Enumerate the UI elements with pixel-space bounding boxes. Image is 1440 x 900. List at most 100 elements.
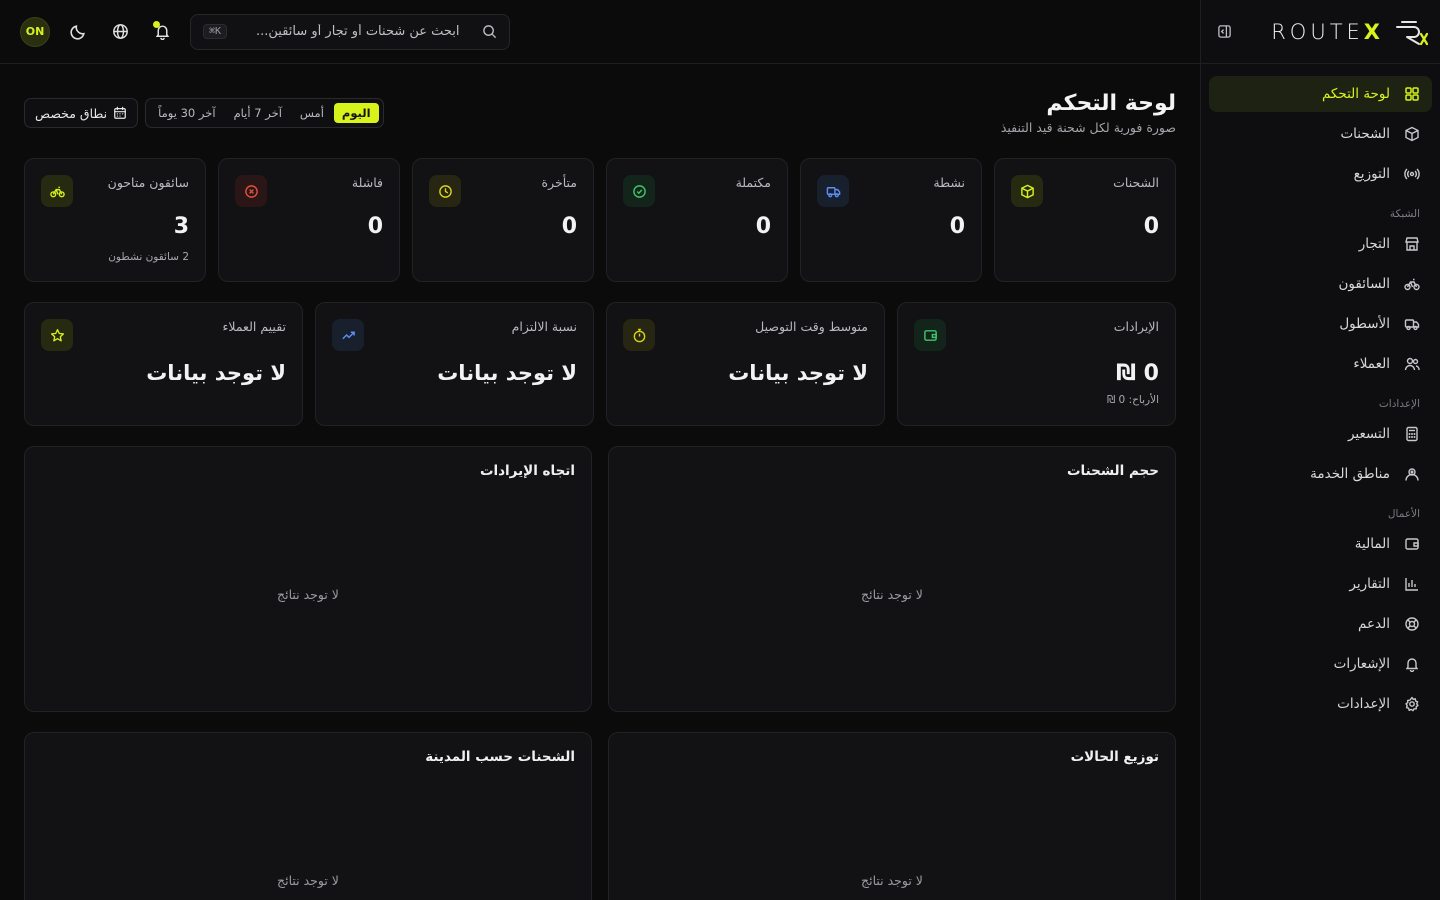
range-tab-yesterday[interactable]: أمس — [292, 103, 332, 123]
search-icon — [483, 25, 497, 39]
chart-empty-state: لا توجد نتائج — [277, 587, 339, 602]
main-content: نطاق مخصص اليوم أمس آخر 7 أيام آخر 30 يو… — [24, 64, 1176, 900]
sidebar-group-network: الشبكة — [1389, 208, 1420, 220]
range-tabs: اليوم أمس آخر 7 أيام آخر 30 يوماً — [145, 98, 384, 128]
title-block: لوحة التحكم صورة فورية لكل شحنة قيد التن… — [1001, 90, 1176, 135]
notification-dot — [153, 20, 160, 28]
range-tab-today[interactable]: اليوم — [333, 103, 379, 123]
stat-card-failed[interactable]: فاشلة 0 — [218, 158, 400, 282]
chart-title: توزيع الحالات — [1070, 749, 1159, 765]
notifications-button[interactable] — [148, 18, 176, 46]
truck-icon — [826, 186, 840, 197]
stat-value: 0 — [1143, 214, 1159, 239]
gear-icon — [1405, 696, 1419, 712]
stat-icon-wrap — [623, 175, 655, 207]
stat-card-delayed[interactable]: متأخرة 0 — [412, 158, 594, 282]
sidebar-collapse-button[interactable] — [1215, 23, 1233, 41]
chart-title: اتجاه الإيرادات — [479, 463, 575, 479]
sidebar-item-label: لوحة التحكم — [1321, 86, 1390, 102]
stat-card-active[interactable]: نشطة 0 — [800, 158, 982, 282]
stat-icon-wrap — [41, 175, 73, 207]
sidebar-group-settings: الإعدادات — [1378, 398, 1420, 410]
dashboard-icon — [1405, 87, 1419, 101]
theme-toggle-button[interactable] — [64, 18, 92, 46]
sidebar-item-support[interactable]: الدعم — [1209, 606, 1432, 642]
page-subtitle: صورة فورية لكل شحنة قيد التنفيذ — [1000, 120, 1176, 135]
search-input[interactable] — [249, 24, 460, 39]
users-icon — [1404, 357, 1420, 371]
page-header: نطاق مخصص اليوم أمس آخر 7 أيام آخر 30 يو… — [24, 90, 1176, 142]
sidebar-item-label: العملاء — [1353, 356, 1390, 372]
sidebar-item-label: المالية — [1354, 536, 1390, 552]
custom-range-button[interactable]: نطاق مخصص — [24, 98, 139, 128]
sidebar-item-label: الإعدادات — [1337, 696, 1390, 712]
sidebar-item-label: التسعير — [1347, 426, 1390, 442]
x-circle-icon — [244, 184, 258, 198]
user-avatar[interactable]: ON — [20, 16, 50, 47]
truck-icon — [1404, 319, 1420, 331]
star-icon — [50, 328, 64, 341]
chart-card-shipment-volume: حجم الشحنات لا توجد نتائج — [608, 446, 1176, 712]
stat-value: لا توجد بيانات — [146, 361, 286, 385]
stat-value: 0 — [561, 214, 577, 239]
stat-value: لا توجد بيانات — [728, 361, 868, 385]
sidebar-item-label: التقارير — [1349, 576, 1390, 592]
chart-card-revenue-trend: اتجاه الإيرادات لا توجد نتائج — [24, 446, 592, 712]
sidebar-item-service-zones[interactable]: مناطق الخدمة — [1209, 456, 1432, 492]
topbar: ON ⌘K — [0, 0, 1200, 64]
globe-icon — [112, 24, 128, 39]
range-tab-7-days[interactable]: آخر 7 أيام — [226, 103, 290, 123]
map-user-icon — [1405, 468, 1419, 481]
wallet-icon — [923, 329, 937, 341]
stat-card-shipments[interactable]: الشحنات 0 — [994, 158, 1176, 282]
chart-title: الشحنات حسب المدينة — [425, 749, 575, 765]
sidebar-item-dispatch[interactable]: التوزيع — [1209, 156, 1432, 192]
brand-bar: ROUTEX — [1201, 0, 1440, 64]
bike-icon — [1404, 278, 1420, 291]
sidebar-item-dashboard[interactable]: لوحة التحكم — [1209, 76, 1432, 112]
stat-icon-wrap — [429, 175, 461, 207]
stat-subtext: الأرباح: 0 ₪ — [1106, 394, 1159, 406]
box-icon — [1020, 184, 1034, 198]
chart-card-shipments-by-city: الشحنات حسب المدينة لا توجد نتائج — [24, 732, 592, 900]
range-tab-30-days[interactable]: آخر 30 يوماً — [150, 103, 223, 123]
sidebar-item-merchants[interactable]: التجار — [1209, 226, 1432, 262]
radio-icon — [1404, 168, 1420, 180]
stat-card-customer-rating[interactable]: تقييم العملاء لا توجد بيانات — [24, 302, 303, 426]
stat-card-completed[interactable]: مكتملة 0 — [606, 158, 788, 282]
sidebar-item-finance[interactable]: المالية — [1209, 526, 1432, 562]
sidebar-item-shipments[interactable]: الشحنات — [1209, 116, 1432, 152]
lifebuoy-icon — [1405, 617, 1419, 631]
sidebar-item-notifications[interactable]: الإشعارات — [1209, 646, 1432, 682]
sidebar-item-label: السائقون — [1338, 276, 1391, 292]
calculator-icon — [1406, 426, 1418, 442]
chart-card-status-distribution: توزيع الحالات لا توجد نتائج — [608, 732, 1176, 900]
stat-card-available-drivers[interactable]: سائقون متاحون 3 2 سائقون نشطون — [24, 158, 206, 282]
sidebar-item-fleet[interactable]: الأسطول — [1209, 306, 1432, 342]
chart-empty-state: لا توجد نتائج — [861, 587, 923, 602]
sidebar-item-customers[interactable]: العملاء — [1209, 346, 1432, 382]
stat-label: الإيرادات — [1113, 319, 1159, 334]
bell-icon — [1405, 658, 1419, 672]
sidebar-item-label: مناطق الخدمة — [1310, 466, 1390, 482]
charts-row: حجم الشحنات لا توجد نتائج اتجاه الإيرادا… — [24, 446, 1176, 712]
stat-card-compliance-rate[interactable]: نسبة الالتزام لا توجد بيانات — [315, 302, 594, 426]
sidebar-item-label: التوزيع — [1353, 166, 1390, 182]
sidebar-item-drivers[interactable]: السائقون — [1209, 266, 1432, 302]
sidebar: ROUTEX لوحة التحكم الشحنات التوزيع الشبك… — [1200, 0, 1440, 900]
stat-card-avg-delivery-time[interactable]: متوسط وقت التوصيل لا توجد بيانات — [606, 302, 885, 426]
stat-card-revenue[interactable]: الإيرادات ₪ 0 الأرباح: 0 ₪ — [897, 302, 1176, 426]
sidebar-item-label: الأسطول — [1339, 316, 1390, 332]
sidebar-toggle-icon — [1217, 25, 1231, 38]
language-button[interactable] — [106, 18, 134, 46]
stat-label: متوسط وقت التوصيل — [755, 319, 868, 334]
sidebar-item-pricing[interactable]: التسعير — [1209, 416, 1432, 452]
stat-value: لا توجد بيانات — [437, 361, 577, 385]
sidebar-item-settings[interactable]: الإعدادات — [1209, 686, 1432, 722]
brand-logo[interactable]: ROUTEX — [1271, 18, 1428, 46]
sidebar-nav: لوحة التحكم الشحنات التوزيع الشبكة التجا… — [1201, 64, 1440, 738]
chart-empty-state: لا توجد نتائج — [861, 873, 923, 888]
search-bar[interactable]: ⌘K — [190, 13, 510, 50]
chart-icon — [1405, 578, 1418, 591]
sidebar-item-reports[interactable]: التقارير — [1209, 566, 1432, 602]
